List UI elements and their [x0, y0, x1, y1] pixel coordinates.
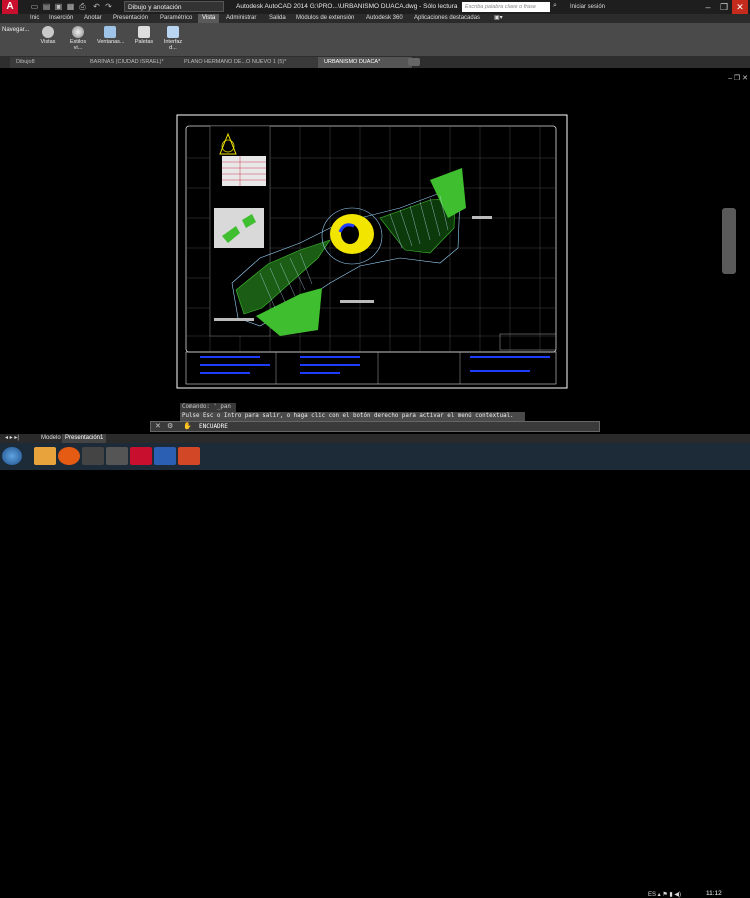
- interface-icon: [167, 26, 179, 38]
- plan-label: [340, 300, 374, 303]
- undo-icon[interactable]: ↶: [92, 2, 101, 11]
- plan-label: [472, 216, 492, 219]
- command-history-line: Pulse Esc o Intro para salir, o haga cli…: [180, 412, 525, 421]
- search-input[interactable]: Escriba palabra clave o frase: [462, 2, 550, 12]
- minimize-icon[interactable]: –: [700, 0, 716, 14]
- open-file-icon[interactable]: ▤: [42, 2, 51, 11]
- doc-tab[interactable]: Dibujo8: [10, 57, 87, 68]
- redo-icon[interactable]: ↷: [104, 2, 113, 11]
- tab-administrar[interactable]: Administrar: [222, 14, 260, 23]
- area-table: [222, 156, 266, 186]
- autocad-logo-icon[interactable]: A: [2, 0, 18, 14]
- language-indicator[interactable]: ES: [648, 892, 656, 898]
- visual-styles-label: Estilos vi...: [69, 39, 87, 51]
- title-block-text: [200, 356, 550, 374]
- revision-box: [499, 333, 557, 351]
- layout-tab-model[interactable]: Modelo: [38, 434, 64, 443]
- tab-inicio[interactable]: Inic: [26, 14, 43, 23]
- save-as-icon[interactable]: ▦: [66, 2, 75, 11]
- print-icon[interactable]: ⎙: [78, 2, 87, 11]
- user-interface-button[interactable]: Interfaz d...: [160, 25, 186, 55]
- doc-tab[interactable]: BARINAS (CIUDAD ISRAEL)*: [84, 57, 181, 68]
- media-icon[interactable]: [82, 447, 104, 465]
- doc-tab[interactable]: PLANO HERMANO DE...O NUEVO 1 (5)*: [178, 57, 321, 68]
- palettes-icon: [138, 26, 150, 38]
- tab-modulos[interactable]: Módulos de extensión: [292, 14, 358, 23]
- autocad-taskbar-icon[interactable]: [130, 447, 152, 465]
- close-icon[interactable]: ✕: [732, 0, 748, 14]
- firefox-icon[interactable]: [58, 447, 80, 465]
- app-icon[interactable]: [106, 447, 128, 465]
- maximize-icon[interactable]: ❐: [716, 0, 732, 14]
- command-input[interactable]: ENCUADRE: [199, 422, 228, 431]
- tab-parametrico[interactable]: Paramétrico: [156, 14, 196, 23]
- views-label: Vistas: [40, 39, 56, 45]
- ribbon-options-icon[interactable]: ▣▾: [490, 14, 507, 23]
- navigate-panel[interactable]: Navegar...: [2, 27, 29, 33]
- views-button[interactable]: Vistas: [35, 25, 61, 55]
- palettes-label: Paletas: [134, 39, 154, 45]
- drawing-svg: [176, 114, 568, 389]
- command-history: Comando: '_pan Pulse Esc o Intro para sa…: [180, 403, 525, 421]
- layout-tab-presentation[interactable]: Presentación1: [62, 434, 107, 443]
- viewport-controls[interactable]: – ❐ ✕: [728, 74, 748, 82]
- plan-label: [214, 318, 254, 321]
- system-tray[interactable]: ES ▴ ⚑ ▮ ◀): [648, 891, 681, 898]
- tab-autodesk360[interactable]: Autodesk 360: [362, 14, 407, 23]
- command-history-line: Comando: '_pan: [180, 403, 236, 412]
- window-title: Autodesk AutoCAD 2014 G:\PRO...\URBANISM…: [236, 3, 458, 10]
- tab-anotar[interactable]: Anotar: [80, 14, 106, 23]
- palettes-button[interactable]: Paletas: [131, 25, 157, 55]
- viewports-icon: [104, 26, 116, 38]
- hand-icon: ✋: [183, 423, 192, 430]
- close-command-icon[interactable]: ✕: [155, 422, 161, 430]
- location-map: [214, 208, 264, 248]
- viewports-label: Ventanas...: [97, 39, 125, 45]
- signin-link[interactable]: Iniciar sesión: [570, 0, 605, 14]
- word-icon[interactable]: [154, 447, 176, 465]
- viewports-button[interactable]: Ventanas...: [97, 25, 125, 55]
- title-bar: A ▭ ▤ ▣ ▦ ⎙ ↶ ↷ Dibujo y anotación Autod…: [0, 0, 750, 14]
- document-tabs: Dibujo8 BARINAS (CIUDAD ISRAEL)* PLANO H…: [0, 56, 750, 68]
- ribbon-panel: Navegar... Vistas Estilos vi... Ventanas…: [0, 23, 750, 57]
- search-icon[interactable]: ⌕: [553, 2, 557, 10]
- layout-tabs: ◂ ▸ ▸| Modelo Presentación1: [0, 434, 750, 443]
- layout-nav-icon[interactable]: ◂ ▸ ▸|: [2, 434, 22, 443]
- new-file-icon[interactable]: ▭: [30, 2, 39, 11]
- tab-insercion[interactable]: Inserción: [45, 14, 77, 23]
- doc-tab-active[interactable]: URBANISMO DUACA*: [318, 57, 413, 68]
- workspace-select[interactable]: Dibujo y anotación: [124, 1, 224, 12]
- ribbon-tabs: Inic Inserción Anotar Presentación Param…: [0, 14, 750, 23]
- new-tab-icon[interactable]: [408, 58, 420, 66]
- views-icon: [42, 26, 54, 38]
- save-icon[interactable]: ▣: [54, 2, 63, 11]
- tab-aplicaciones[interactable]: Aplicaciones destacadas: [410, 14, 484, 23]
- drawing-canvas[interactable]: [0, 68, 750, 403]
- customize-icon[interactable]: ⚙: [167, 422, 173, 430]
- visual-style-icon: [72, 26, 84, 38]
- tab-salida[interactable]: Salida: [265, 14, 290, 23]
- interface-label: Interfaz d...: [163, 39, 183, 51]
- tab-presentacion[interactable]: Presentación: [109, 14, 152, 23]
- folder-icon[interactable]: [34, 447, 56, 465]
- taskbar-clock[interactable]: 11:12: [706, 890, 722, 897]
- command-line[interactable]: ✕ ⚙ ✋ ENCUADRE: [150, 421, 600, 432]
- visual-styles-button[interactable]: Estilos vi...: [65, 25, 91, 55]
- navigation-bar[interactable]: [722, 208, 736, 274]
- powerpoint-icon[interactable]: [178, 447, 200, 465]
- start-button-icon[interactable]: [2, 447, 22, 465]
- tab-vista[interactable]: Vista: [198, 14, 220, 23]
- windows-taskbar: ES ▴ ⚑ ▮ ◀) 11:12: [0, 443, 750, 898]
